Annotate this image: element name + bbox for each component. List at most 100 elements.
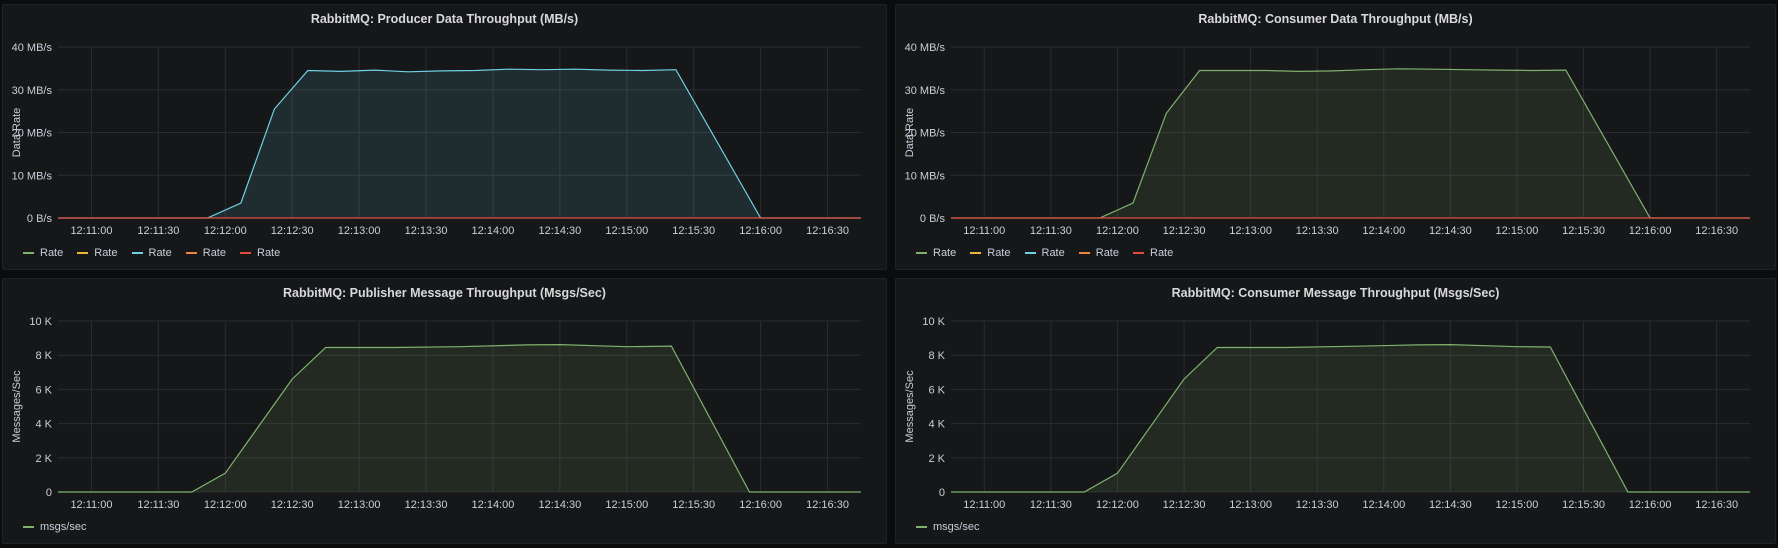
x-tick-label: 12:12:00 (1096, 499, 1139, 511)
x-tick-label: 12:12:30 (1163, 499, 1206, 511)
x-tick-label: 12:11:30 (1030, 499, 1072, 511)
legend-swatch (23, 252, 34, 254)
legend-label: Rate (202, 247, 226, 259)
legend-swatch (131, 252, 143, 254)
x-tick-label: 12:16:30 (1695, 499, 1738, 511)
y-tick-label: 4 K (928, 419, 945, 431)
y-axis-label: Messages/Sec (904, 370, 916, 443)
x-tick-label: 12:11:00 (963, 225, 1005, 237)
series-area (58, 344, 861, 492)
y-tick-label: 0 (939, 487, 945, 499)
legend-item[interactable]: Rate (970, 247, 1011, 259)
chart: 12:11:00 12:11:30 12:12:00 12:12:30 12:13:00… (904, 316, 1750, 511)
x-tick-label: 12:16:00 (739, 225, 782, 237)
x-tick-label: 12:12:00 (204, 499, 247, 511)
consumer-data-throughput-panel: RabbitMQ: Consumer Data Throughput (MB/s… (895, 4, 1776, 270)
legend: Rate Rate Rate Rate Rate (916, 247, 1173, 259)
legend: msgs/sec (916, 521, 979, 533)
x-tick-label: 12:11:30 (137, 499, 179, 511)
y-tick-label: 2 K (928, 453, 945, 465)
legend-label: Rate (1150, 247, 1174, 259)
y-tick-label: 0 B/s (27, 213, 53, 225)
x-tick-label: 12:11:30 (1030, 225, 1072, 237)
legend-item[interactable]: Rate (1024, 247, 1065, 259)
legend-item[interactable]: Rate (77, 247, 118, 259)
y-tick-label: 6 K (928, 384, 945, 396)
legend-label: Rate (933, 247, 957, 259)
legend-item[interactable]: Rate (1133, 247, 1173, 259)
consumer-message-throughput-panel: RabbitMQ: Consumer Message Throughput (M… (895, 278, 1776, 544)
x-tick-label: 12:13:30 (1296, 225, 1339, 237)
x-tick-label: 12:13:00 (338, 499, 381, 511)
x-tick-label: 12:11:00 (963, 499, 1005, 511)
x-tick-label: 12:14:00 (472, 499, 515, 511)
x-tick-label: 12:12:00 (1096, 225, 1139, 237)
x-tick-label: 12:16:30 (806, 225, 849, 237)
x-tick-label: 12:15:30 (672, 499, 715, 511)
series-area (951, 344, 1750, 492)
x-tick-label: 12:16:30 (806, 499, 849, 511)
x-tick-label: 12:16:30 (1695, 225, 1738, 237)
y-tick-label: 0 B/s (920, 213, 946, 225)
legend-item[interactable]: Rate (916, 247, 956, 259)
legend-label: Rate (40, 247, 64, 259)
producer-data-throughput-panel: RabbitMQ: Producer Data Throughput (MB/s… (2, 4, 887, 270)
y-tick-label: 40 MB/s (12, 42, 53, 54)
x-tick-label: 12:15:30 (1562, 225, 1605, 237)
legend-item[interactable]: Rate (23, 247, 63, 259)
x-tick-label: 12:12:30 (1163, 225, 1206, 237)
y-tick-label: 10 MB/s (905, 170, 946, 182)
y-tick-label: 30 MB/s (905, 85, 946, 97)
x-tick-label: 12:15:30 (1562, 499, 1605, 511)
legend-swatch (23, 526, 34, 528)
series-area (951, 68, 1750, 218)
y-axis-label: Data Rate (11, 108, 23, 158)
legend-swatch (240, 252, 251, 254)
x-tick-label: 12:14:00 (472, 225, 515, 237)
y-tick-label: 30 MB/s (12, 85, 53, 97)
legend-label: msgs/sec (933, 521, 980, 533)
legend-item[interactable]: msgs/sec (916, 521, 979, 533)
legend-swatch (916, 526, 927, 528)
legend: msgs/sec (23, 521, 86, 533)
publisher-message-throughput-panel: RabbitMQ: Publisher Message Throughput (… (2, 278, 887, 544)
x-tick-label: 12:13:00 (1229, 225, 1272, 237)
y-tick-label: 4 K (35, 419, 52, 431)
x-tick-label: 12:13:00 (338, 225, 381, 237)
x-tick-label: 12:13:30 (1296, 499, 1339, 511)
x-tick-label: 12:11:00 (70, 499, 112, 511)
legend-swatch (1133, 252, 1144, 254)
y-tick-label: 0 (46, 487, 52, 499)
x-tick-label: 12:15:30 (672, 225, 715, 237)
chart: 12:11:00 12:11:30 12:12:00 12:12:30 12:13:00… (11, 42, 861, 237)
legend-label: Rate (987, 247, 1011, 259)
y-axis-label: Data Rate (904, 108, 916, 158)
x-tick-label: 12:12:30 (271, 499, 314, 511)
y-tick-label: 10 MB/s (12, 170, 53, 182)
y-tick-label: 6 K (35, 384, 52, 396)
x-tick-label: 12:15:00 (605, 225, 648, 237)
legend: Rate Rate Rate Rate Rate (23, 247, 280, 259)
legend-label: Rate (148, 247, 172, 259)
y-tick-label: 40 MB/s (905, 42, 946, 54)
x-tick-label: 12:16:00 (1629, 499, 1672, 511)
x-tick-label: 12:13:30 (405, 225, 448, 237)
x-tick-label: 12:16:00 (739, 499, 782, 511)
legend-label: msgs/sec (40, 521, 87, 533)
legend-item[interactable]: Rate (131, 247, 172, 259)
chart: 12:11:00 12:11:30 12:12:00 12:12:30 12:13:00… (904, 42, 1750, 237)
x-tick-label: 12:11:30 (137, 225, 179, 237)
y-tick-label: 10 K (922, 316, 945, 328)
x-tick-label: 12:14:30 (1429, 225, 1472, 237)
x-tick-label: 12:13:30 (405, 499, 448, 511)
x-tick-label: 12:12:00 (204, 225, 247, 237)
x-tick-label: 12:14:30 (538, 225, 581, 237)
legend-item[interactable]: msgs/sec (23, 521, 86, 533)
legend-item[interactable]: Rate (1078, 247, 1119, 259)
legend-label: Rate (257, 247, 281, 259)
legend-item[interactable]: Rate (240, 247, 280, 259)
x-tick-label: 12:16:00 (1629, 225, 1672, 237)
series-area (58, 69, 861, 218)
legend-item[interactable]: Rate (185, 247, 226, 259)
chart: 12:11:00 12:11:30 12:12:00 12:12:30 12:13:00… (11, 316, 861, 511)
